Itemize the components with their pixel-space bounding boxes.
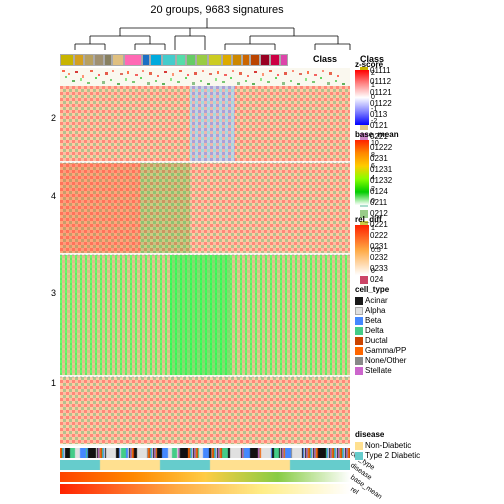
row-label-1: 1: [51, 378, 56, 388]
rel-strip: rel: [60, 484, 350, 494]
bottom-strips: cell_type disease base_mean rel: [60, 448, 350, 496]
reldiff-colorbar: [355, 225, 369, 275]
swatch-t2d: [355, 452, 363, 460]
heatmap-svg: [60, 68, 350, 446]
celltype-legend-title: cell_type: [355, 285, 504, 294]
swatch-ductal: [355, 337, 363, 345]
basemean-legend: base_mean 10 8 6 4 2 0: [355, 130, 410, 205]
swatch-gammapp: [355, 347, 363, 355]
legend-item-024: 024: [360, 275, 504, 284]
zscore-title: z-score: [355, 60, 405, 69]
celltype-delta: Delta: [355, 326, 504, 335]
row-label-2: 2: [51, 113, 56, 123]
celltype-legend: cell_type Acinar Alpha Beta Delta Ductal: [355, 285, 504, 376]
cell-type-strip: cell_type: [60, 448, 350, 458]
class-label-top: Class: [313, 54, 337, 64]
disease-legend-title: disease: [355, 430, 504, 439]
swatch-none: [355, 357, 363, 365]
celltype-none: None/Other: [355, 356, 504, 365]
rel-label: rel: [349, 486, 359, 496]
row-labels: 2 4 3 1: [20, 54, 58, 444]
disease-strip: disease: [60, 460, 350, 470]
row-label-4: 4: [51, 191, 56, 201]
label-024: 024: [370, 275, 383, 284]
basemean-colorbar: [355, 140, 369, 205]
reldiff-legend: rel_diff 1 0.5 0: [355, 215, 405, 275]
basemean-title: base_mean: [355, 130, 410, 139]
class-annotation-strip: [60, 54, 350, 66]
swatch-stellate: [355, 367, 363, 375]
swatch-alpha: [355, 307, 363, 315]
disease-legend: disease Non-Diabetic Type 2 Diabetic: [355, 430, 504, 461]
celltype-alpha: Alpha: [355, 306, 504, 315]
basemean-labels: 10 8 6 4 2 0: [371, 140, 379, 205]
reldiff-title: rel_diff: [355, 215, 405, 224]
celltype-acinar: Acinar: [355, 296, 504, 305]
zscore-labels: 2 1 0 -1 -2: [371, 70, 377, 125]
celltype-gammapp: Gamma/PP: [355, 346, 504, 355]
dendrogram-top: [60, 16, 355, 52]
base-mean-strip: base_mean: [60, 472, 350, 482]
heatmap-area: 2 4 3 1: [20, 54, 350, 454]
disease-items: Non-Diabetic Type 2 Diabetic: [355, 441, 504, 460]
zscore-colorbar: [355, 70, 369, 125]
chart-title: 20 groups, 9683 signatures: [50, 4, 384, 16]
swatch-beta: [355, 317, 363, 325]
celltype-stellate: Stellate: [355, 366, 504, 375]
celltype-items: Acinar Alpha Beta Delta Ductal Gamma/PP: [355, 296, 504, 375]
main-container: 20 groups, 9683 signatures: [0, 0, 504, 504]
disease-t2d: Type 2 Diabetic: [355, 451, 504, 460]
celltype-ductal: Ductal: [355, 336, 504, 345]
zscore-legend: z-score 2 1 0 -1 -2: [355, 60, 405, 125]
swatch-acinar: [355, 297, 363, 305]
swatch-delta: [355, 327, 363, 335]
swatch-024: [360, 276, 368, 284]
row-label-3: 3: [51, 288, 56, 298]
swatch-nondiabetic: [355, 442, 363, 450]
disease-nondiabetic: Non-Diabetic: [355, 441, 504, 450]
reldiff-labels: 1 0.5 0: [371, 225, 381, 275]
celltype-beta: Beta: [355, 316, 504, 325]
